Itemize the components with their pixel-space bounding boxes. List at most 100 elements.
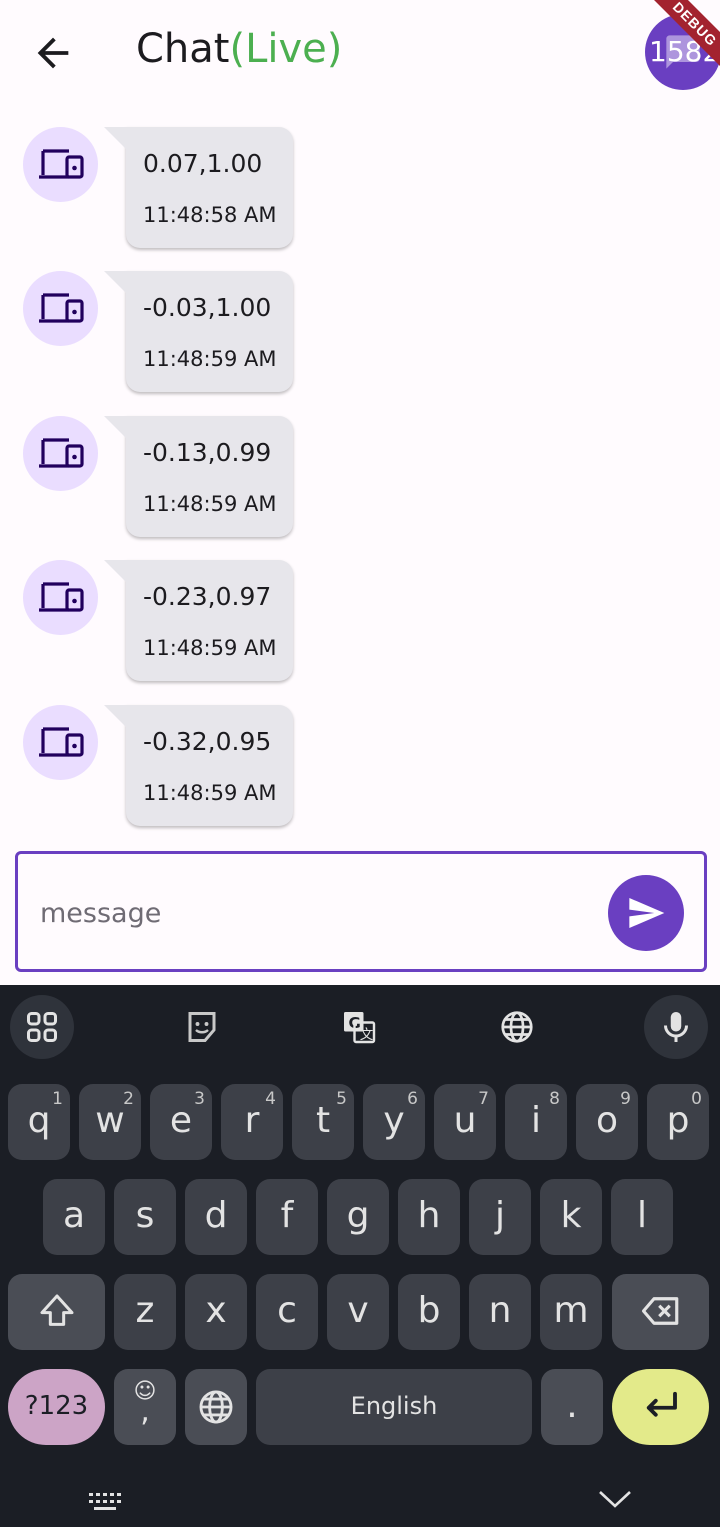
key-k[interactable]: k: [540, 1179, 602, 1255]
message-bubble[interactable]: -0.32,0.95 11:48:59 AM: [104, 704, 293, 826]
symbols-key[interactable]: ?123: [8, 1369, 105, 1445]
bubble-tail: [104, 560, 126, 583]
bubble-tail: [104, 415, 126, 438]
language-key[interactable]: [185, 1369, 247, 1445]
key-number-hint: 4: [265, 1089, 276, 1109]
microphone-icon[interactable]: [644, 995, 708, 1059]
app-bar: Chat(Live) 1582 DEBUG: [0, 0, 720, 104]
message-item: -0.03,1.00 11:48:59 AM: [0, 271, 720, 395]
translate-icon[interactable]: G文: [327, 995, 391, 1059]
key-i[interactable]: i8: [505, 1084, 567, 1160]
message-item: -0.23,0.97 11:48:59 AM: [0, 560, 720, 684]
message-text: -0.13,0.99: [143, 437, 272, 467]
message-timestamp: 11:48:59 AM: [143, 347, 277, 372]
send-icon: [629, 898, 665, 928]
key-number-hint: 7: [478, 1089, 489, 1109]
key-n[interactable]: n: [469, 1274, 531, 1350]
key-u[interactable]: u7: [434, 1084, 496, 1160]
shift-icon: [40, 1294, 73, 1326]
live-indicator: (Live): [229, 26, 343, 72]
message-item: -0.32,0.95 11:48:59 AM: [0, 704, 720, 829]
message-item: -0.13,0.99 11:48:59 AM: [0, 415, 720, 540]
key-label: t: [315, 1100, 331, 1141]
message-input[interactable]: [38, 890, 582, 936]
enter-key[interactable]: [612, 1369, 709, 1445]
message-bubble[interactable]: -0.13,0.99 11:48:59 AM: [104, 415, 293, 537]
emoji-comma-key[interactable]: ☺ ,: [114, 1369, 176, 1445]
key-number-hint: 9: [620, 1089, 631, 1109]
key-j[interactable]: j: [469, 1179, 531, 1255]
on-screen-keyboard: G文 q1w2e3r4t5y6u7i8o9p0 asdfghjkl zxcvbn…: [0, 985, 720, 1527]
key-m[interactable]: m: [540, 1274, 602, 1350]
bubble-tail: [104, 704, 126, 727]
message-text: -0.32,0.95: [143, 726, 272, 756]
key-z[interactable]: z: [114, 1274, 176, 1350]
enter-icon: [646, 1391, 677, 1417]
sender-avatar: [23, 415, 98, 491]
key-e[interactable]: e3: [150, 1084, 212, 1160]
key-l[interactable]: l: [611, 1179, 673, 1255]
sticker-icon[interactable]: [170, 995, 234, 1059]
period-key[interactable]: .: [541, 1369, 603, 1445]
key-number-hint: 2: [123, 1089, 134, 1109]
key-r[interactable]: r4: [221, 1084, 283, 1160]
key-c[interactable]: c: [256, 1274, 318, 1350]
key-s[interactable]: s: [114, 1179, 176, 1255]
key-x[interactable]: x: [185, 1274, 247, 1350]
key-number-hint: 5: [336, 1089, 347, 1109]
key-label: o: [595, 1100, 619, 1141]
title-text: Chat: [136, 26, 230, 72]
devices-icon: [39, 149, 84, 179]
key-o[interactable]: o9: [576, 1084, 638, 1160]
key-h[interactable]: h: [398, 1179, 460, 1255]
message-text: -0.23,0.97: [143, 582, 272, 612]
devices-icon: [39, 582, 84, 612]
key-p[interactable]: p0: [647, 1084, 709, 1160]
key-label: p: [666, 1100, 690, 1141]
message-timestamp: 11:48:59 AM: [143, 780, 277, 805]
message-text: 0.07,1.00: [143, 149, 263, 178]
key-label: u: [453, 1100, 477, 1141]
keyboard-switch-icon[interactable]: [88, 1490, 124, 1514]
message-item: 0.07,1.00 11:48:58 AM: [0, 127, 720, 251]
hide-keyboard-chevron-icon[interactable]: [598, 1488, 632, 1510]
key-v[interactable]: v: [327, 1274, 389, 1350]
backspace-icon: [641, 1297, 678, 1325]
svg-text:文: 文: [360, 1027, 374, 1043]
sender-avatar: [23, 560, 98, 636]
shift-key[interactable]: [8, 1274, 105, 1350]
message-bubble[interactable]: -0.03,1.00 11:48:59 AM: [104, 271, 293, 393]
sender-avatar: [23, 271, 98, 347]
key-a[interactable]: a: [43, 1179, 105, 1255]
message-timestamp: 11:48:59 AM: [143, 491, 277, 516]
message-bubble[interactable]: 0.07,1.00 11:48:58 AM: [104, 127, 293, 248]
comma-label: ,: [140, 1394, 150, 1429]
key-number-hint: 1: [52, 1089, 63, 1109]
key-b[interactable]: b: [398, 1274, 460, 1350]
key-label: e: [169, 1100, 193, 1141]
back-arrow-icon[interactable]: [30, 30, 76, 76]
key-number-hint: 8: [549, 1089, 560, 1109]
devices-icon: [39, 293, 84, 323]
key-w[interactable]: w2: [79, 1084, 141, 1160]
key-number-hint: 0: [691, 1089, 702, 1109]
key-t[interactable]: t5: [292, 1084, 354, 1160]
key-label: r: [244, 1100, 260, 1141]
key-d[interactable]: d: [185, 1179, 247, 1255]
key-y[interactable]: y6: [363, 1084, 425, 1160]
space-key[interactable]: English: [256, 1369, 532, 1445]
message-input-box: [15, 851, 707, 972]
backspace-key[interactable]: [612, 1274, 709, 1350]
globe-icon[interactable]: [485, 995, 549, 1059]
message-bubble[interactable]: -0.23,0.97 11:48:59 AM: [104, 560, 293, 682]
apps-grid-icon[interactable]: [10, 995, 74, 1059]
key-g[interactable]: g: [327, 1179, 389, 1255]
bubble-tail: [104, 271, 126, 294]
key-label: w: [95, 1100, 125, 1141]
key-label: y: [383, 1100, 405, 1141]
bubble-tail: [104, 127, 126, 149]
key-q[interactable]: q1: [8, 1084, 70, 1160]
send-button[interactable]: [608, 875, 684, 951]
message-timestamp: 11:48:58 AM: [143, 203, 277, 227]
key-f[interactable]: f: [256, 1179, 318, 1255]
